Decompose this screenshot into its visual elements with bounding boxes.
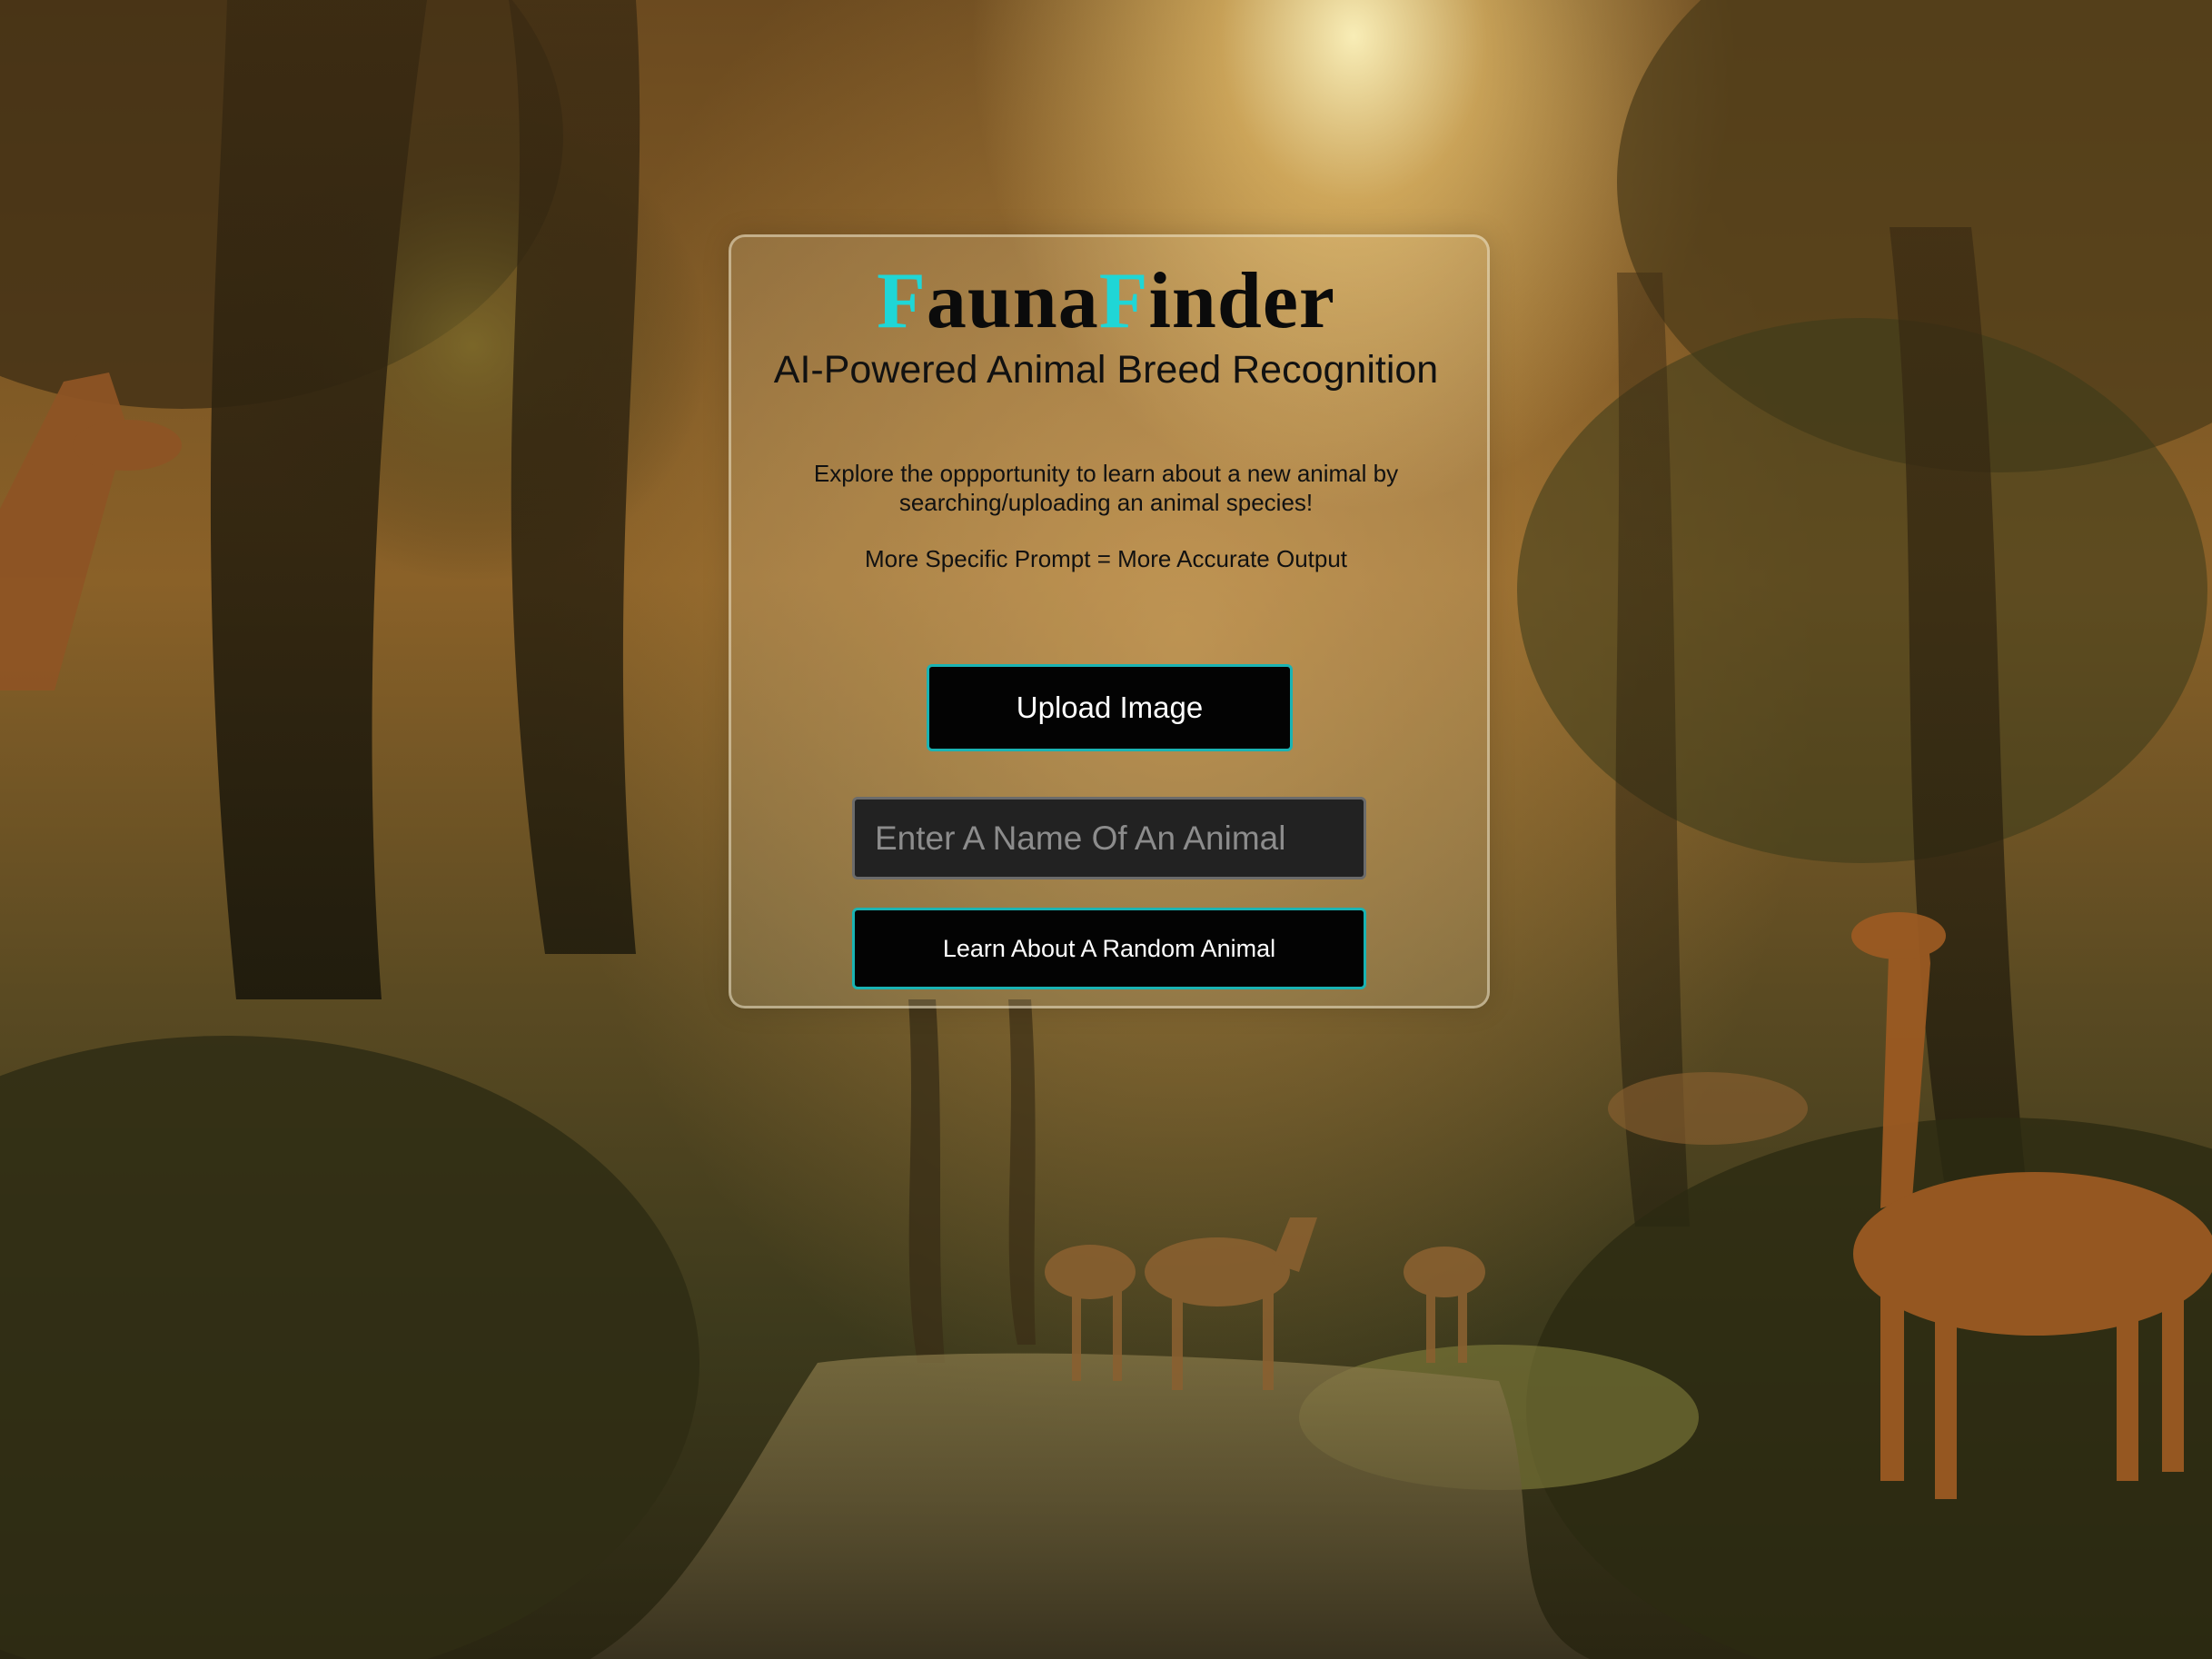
description-body: Explore the oppportunity to learn about … [813,460,1399,516]
hint-text: More Specific Prompt = More Accurate Out… [864,545,1348,572]
upload-image-button[interactable]: Upload Image [927,664,1293,751]
page-root: FaunaFinder AI-Powered Animal Breed Reco… [0,0,2212,1659]
description-text: Explore the oppportunity to learn about … [0,459,2212,517]
app-title: FaunaFinder [0,256,2212,347]
title-accent-letter-2: F [1098,257,1149,345]
title-accent-letter-1: F [877,257,927,345]
title-text-part-1: auna [926,257,1099,345]
random-animal-button[interactable]: Learn About A Random Animal [852,908,1366,989]
app-subtitle: AI-Powered Animal Breed Recognition [773,348,1439,392]
title-text-part-2: inder [1148,257,1335,345]
animal-name-input[interactable] [852,797,1366,879]
